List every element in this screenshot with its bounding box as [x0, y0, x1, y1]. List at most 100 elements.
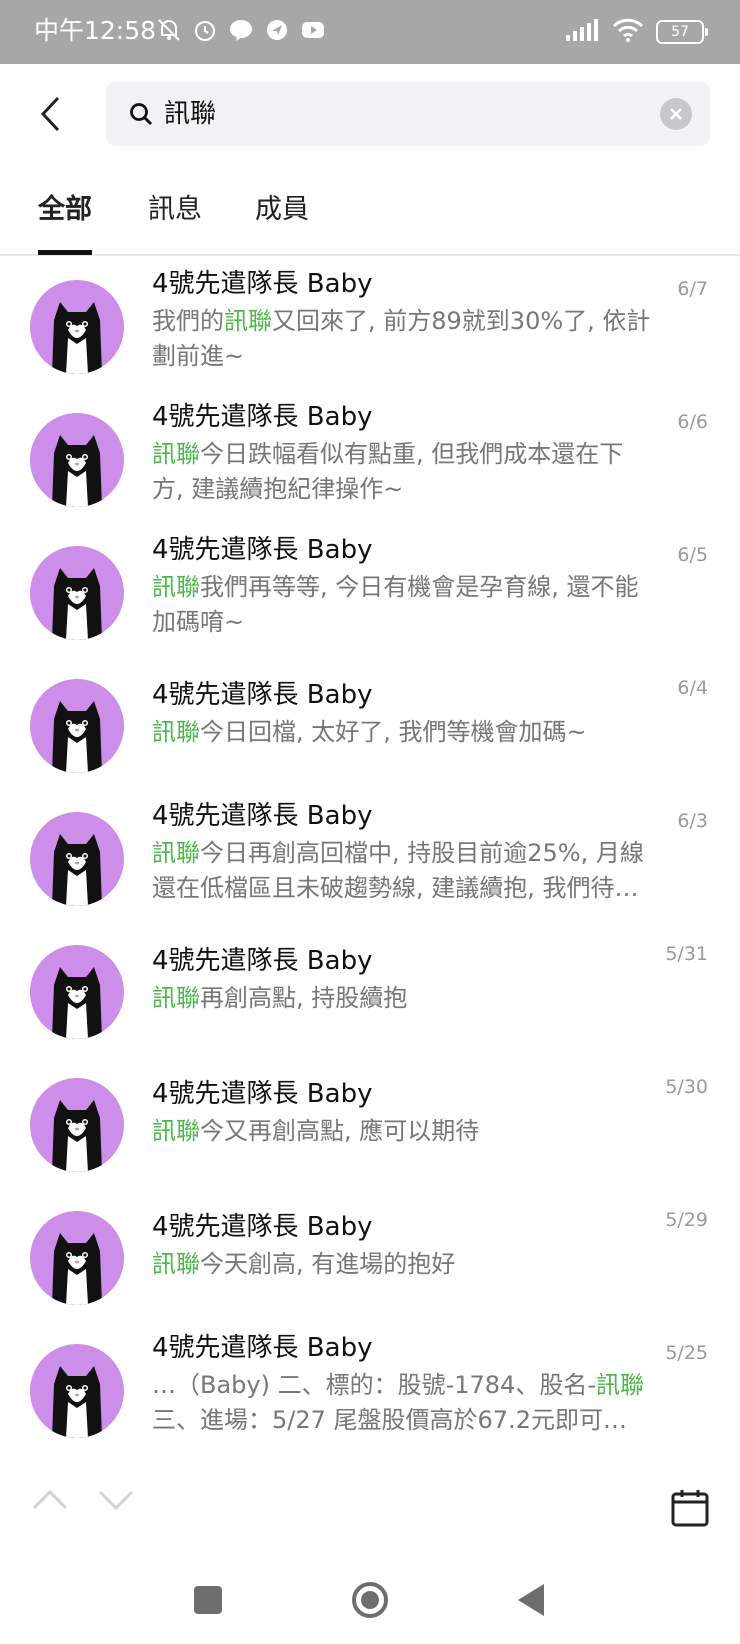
- status-time: 中午12:58: [34, 16, 157, 45]
- avatar: [30, 280, 124, 374]
- preview-line: 訊聯今日跌幅看似有點重, 但我們成本還在下: [152, 437, 652, 472]
- avatar: [30, 413, 124, 507]
- preview-text: 劃前進~: [152, 342, 245, 370]
- message-preview: 訊聯今日跌幅看似有點重, 但我們成本還在下 方, 建議續抱紀律操作~: [152, 437, 652, 507]
- search-match-highlight: 訊聯: [596, 1371, 644, 1399]
- status-system-icons: 57: [566, 18, 708, 46]
- preview-text: 還在低檔區且未破趨勢線, 建議續抱, 我們待…: [152, 874, 639, 902]
- avatar: [30, 1211, 124, 1305]
- preview-line: 訊聯再創高點, 持股續抱: [152, 981, 652, 1016]
- alarm-icon: [192, 17, 218, 43]
- message-date: 6/3: [677, 810, 708, 832]
- preview-line: 我們的訊聯又回來了, 前方89就到30%了, 依計: [152, 304, 652, 339]
- search-match-highlight: 訊聯: [152, 718, 200, 746]
- preview-text: 今天創高, 有進場的抱好: [200, 1250, 456, 1278]
- result-item[interactable]: 4號先遣隊長 Baby 6/7 我們的訊聯又回來了, 前方89就到30%了, 依計劃…: [0, 258, 740, 391]
- calendar-icon[interactable]: [670, 1488, 710, 1528]
- sender-name: 4號先遣隊長 Baby: [152, 680, 373, 710]
- sender-name: 4號先遣隊長 Baby: [152, 1212, 373, 1242]
- message-date: 5/30: [665, 1076, 708, 1098]
- preview-line: 訊聯今天創高, 有進場的抱好: [152, 1247, 652, 1282]
- preview-line: 加碼唷~: [152, 605, 652, 640]
- tab-all[interactable]: 全部: [38, 190, 92, 230]
- system-navigation-bar: [0, 1560, 740, 1644]
- message-date: 5/31: [665, 943, 708, 965]
- message-preview: 訊聯今日回檔, 太好了, 我們等機會加碼~: [152, 715, 652, 750]
- preview-text: 今又再創高點, 應可以期待: [200, 1117, 480, 1145]
- line-icon: [228, 17, 254, 43]
- preview-line: 訊聯今日回檔, 太好了, 我們等機會加碼~: [152, 715, 652, 750]
- message-preview: 訊聯今日再創高回檔中, 持股目前逾25%, 月線還在低檔區且未破趨勢線, 建議續…: [152, 836, 652, 906]
- preview-text: 我們再等等, 今日有機會是孕育線, 還不能: [200, 573, 639, 601]
- search-match-highlight: 訊聯: [152, 573, 200, 601]
- preview-text: 又回來了, 前方89就到30%了, 依計: [272, 307, 651, 335]
- result-item[interactable]: 4號先遣隊長 Baby 6/3 訊聯今日再創高回檔中, 持股目前逾25%, 月線還在…: [0, 790, 740, 923]
- close-icon: [670, 108, 682, 120]
- signal-icon: [566, 19, 600, 45]
- result-item[interactable]: 4號先遣隊長 Baby 6/5 訊聯我們再等等, 今日有機會是孕育線, 還不能加碼唷…: [0, 524, 740, 657]
- preview-line: 訊聯我們再等等, 今日有機會是孕育線, 還不能: [152, 570, 652, 605]
- search-input[interactable]: [164, 96, 624, 132]
- avatar: [30, 1078, 124, 1172]
- message-date: 5/29: [665, 1209, 708, 1231]
- system-back-button[interactable]: [516, 1582, 546, 1618]
- chevron-left-icon: [40, 96, 60, 132]
- result-item[interactable]: 4號先遣隊長 Baby 6/4 訊聯今日回檔, 太好了, 我們等機會加碼~: [0, 657, 740, 790]
- clear-search-button[interactable]: [660, 98, 692, 130]
- search-box[interactable]: [106, 82, 710, 146]
- search-match-highlight: 訊聯: [152, 440, 200, 468]
- preview-text: 加碼唷~: [152, 608, 245, 636]
- home-button[interactable]: [350, 1580, 390, 1620]
- sender-name: 4號先遣隊長 Baby: [152, 402, 373, 432]
- message-date: 6/6: [677, 411, 708, 433]
- mute-icon: [156, 17, 182, 43]
- search-match-highlight: 訊聯: [152, 839, 200, 867]
- status-bar: 中午12:58 57: [0, 0, 740, 64]
- sender-name: 4號先遣隊長 Baby: [152, 1079, 373, 1109]
- message-preview: 我們的訊聯又回來了, 前方89就到30%了, 依計 劃前進~: [152, 304, 652, 374]
- search-match-highlight: 訊聯: [224, 307, 272, 335]
- recent-apps-button[interactable]: [194, 1586, 222, 1614]
- chevron-down-icon[interactable]: [96, 1484, 136, 1514]
- status-notification-icons: [156, 17, 326, 43]
- search-icon: [130, 103, 153, 126]
- avatar: [30, 1344, 124, 1438]
- message-preview: 訊聯今天創高, 有進場的抱好: [152, 1247, 652, 1282]
- avatar: [30, 945, 124, 1039]
- preview-text: 今日跌幅看似有點重, 但我們成本還在下: [200, 440, 624, 468]
- preview-text: …（Baby) 二、標的：股號-1784、股名-: [152, 1371, 596, 1399]
- preview-text: 再創高點, 持股續抱: [200, 984, 408, 1012]
- search-match-highlight: 訊聯: [152, 984, 200, 1012]
- result-item[interactable]: 4號先遣隊長 Baby 5/25 …（Baby) 二、標的：股號-1784、股名-訊…: [0, 1322, 740, 1455]
- chevron-up-icon[interactable]: [30, 1484, 70, 1514]
- avatar: [30, 546, 124, 640]
- message-preview: 訊聯再創高點, 持股續抱: [152, 981, 652, 1016]
- message-date: 6/5: [677, 544, 708, 566]
- result-item[interactable]: 4號先遣隊長 Baby 6/6 訊聯今日跌幅看似有點重, 但我們成本還在下 方, 建議…: [0, 391, 740, 524]
- preview-line: 方, 建議續抱紀律操作~: [152, 472, 652, 507]
- back-button[interactable]: [30, 90, 70, 138]
- message-preview: …（Baby) 二、標的：股號-1784、股名-訊聯 三、進場：5/27 尾盤股價…: [152, 1368, 652, 1438]
- tab-members[interactable]: 成員: [255, 190, 309, 230]
- message-preview: 訊聯我們再等等, 今日有機會是孕育線, 還不能加碼唷~: [152, 570, 652, 640]
- result-item[interactable]: 4號先遣隊長 Baby 5/29 訊聯今天創高, 有進場的抱好: [0, 1189, 740, 1322]
- search-match-highlight: 訊聯: [152, 1117, 200, 1145]
- preview-line: 還在低檔區且未破趨勢線, 建議續抱, 我們待…: [152, 871, 652, 906]
- avatar: [30, 679, 124, 773]
- message-date: 6/7: [677, 278, 708, 300]
- result-item[interactable]: 4號先遣隊長 Baby 5/31 訊聯再創高點, 持股續抱: [0, 923, 740, 1056]
- battery-icon: 57: [656, 20, 708, 44]
- tab-messages[interactable]: 訊息: [148, 190, 202, 230]
- preview-text: 我們的: [152, 307, 224, 335]
- avatar: [30, 812, 124, 906]
- result-item[interactable]: 4號先遣隊長 Baby 5/30 訊聯今又再創高點, 應可以期待: [0, 1056, 740, 1189]
- wifi-icon: [612, 18, 644, 46]
- sender-name: 4號先遣隊長 Baby: [152, 535, 373, 565]
- preview-line: 三、進場：5/27 尾盤股價高於67.2元即可…: [152, 1403, 652, 1438]
- preview-line: 訊聯今日再創高回檔中, 持股目前逾25%, 月線: [152, 836, 652, 871]
- message-date: 5/25: [665, 1342, 708, 1364]
- preview-line: …（Baby) 二、標的：股號-1784、股名-訊聯: [152, 1368, 652, 1403]
- location-icon: [264, 17, 290, 43]
- sender-name: 4號先遣隊長 Baby: [152, 801, 373, 831]
- preview-line: 劃前進~: [152, 339, 652, 374]
